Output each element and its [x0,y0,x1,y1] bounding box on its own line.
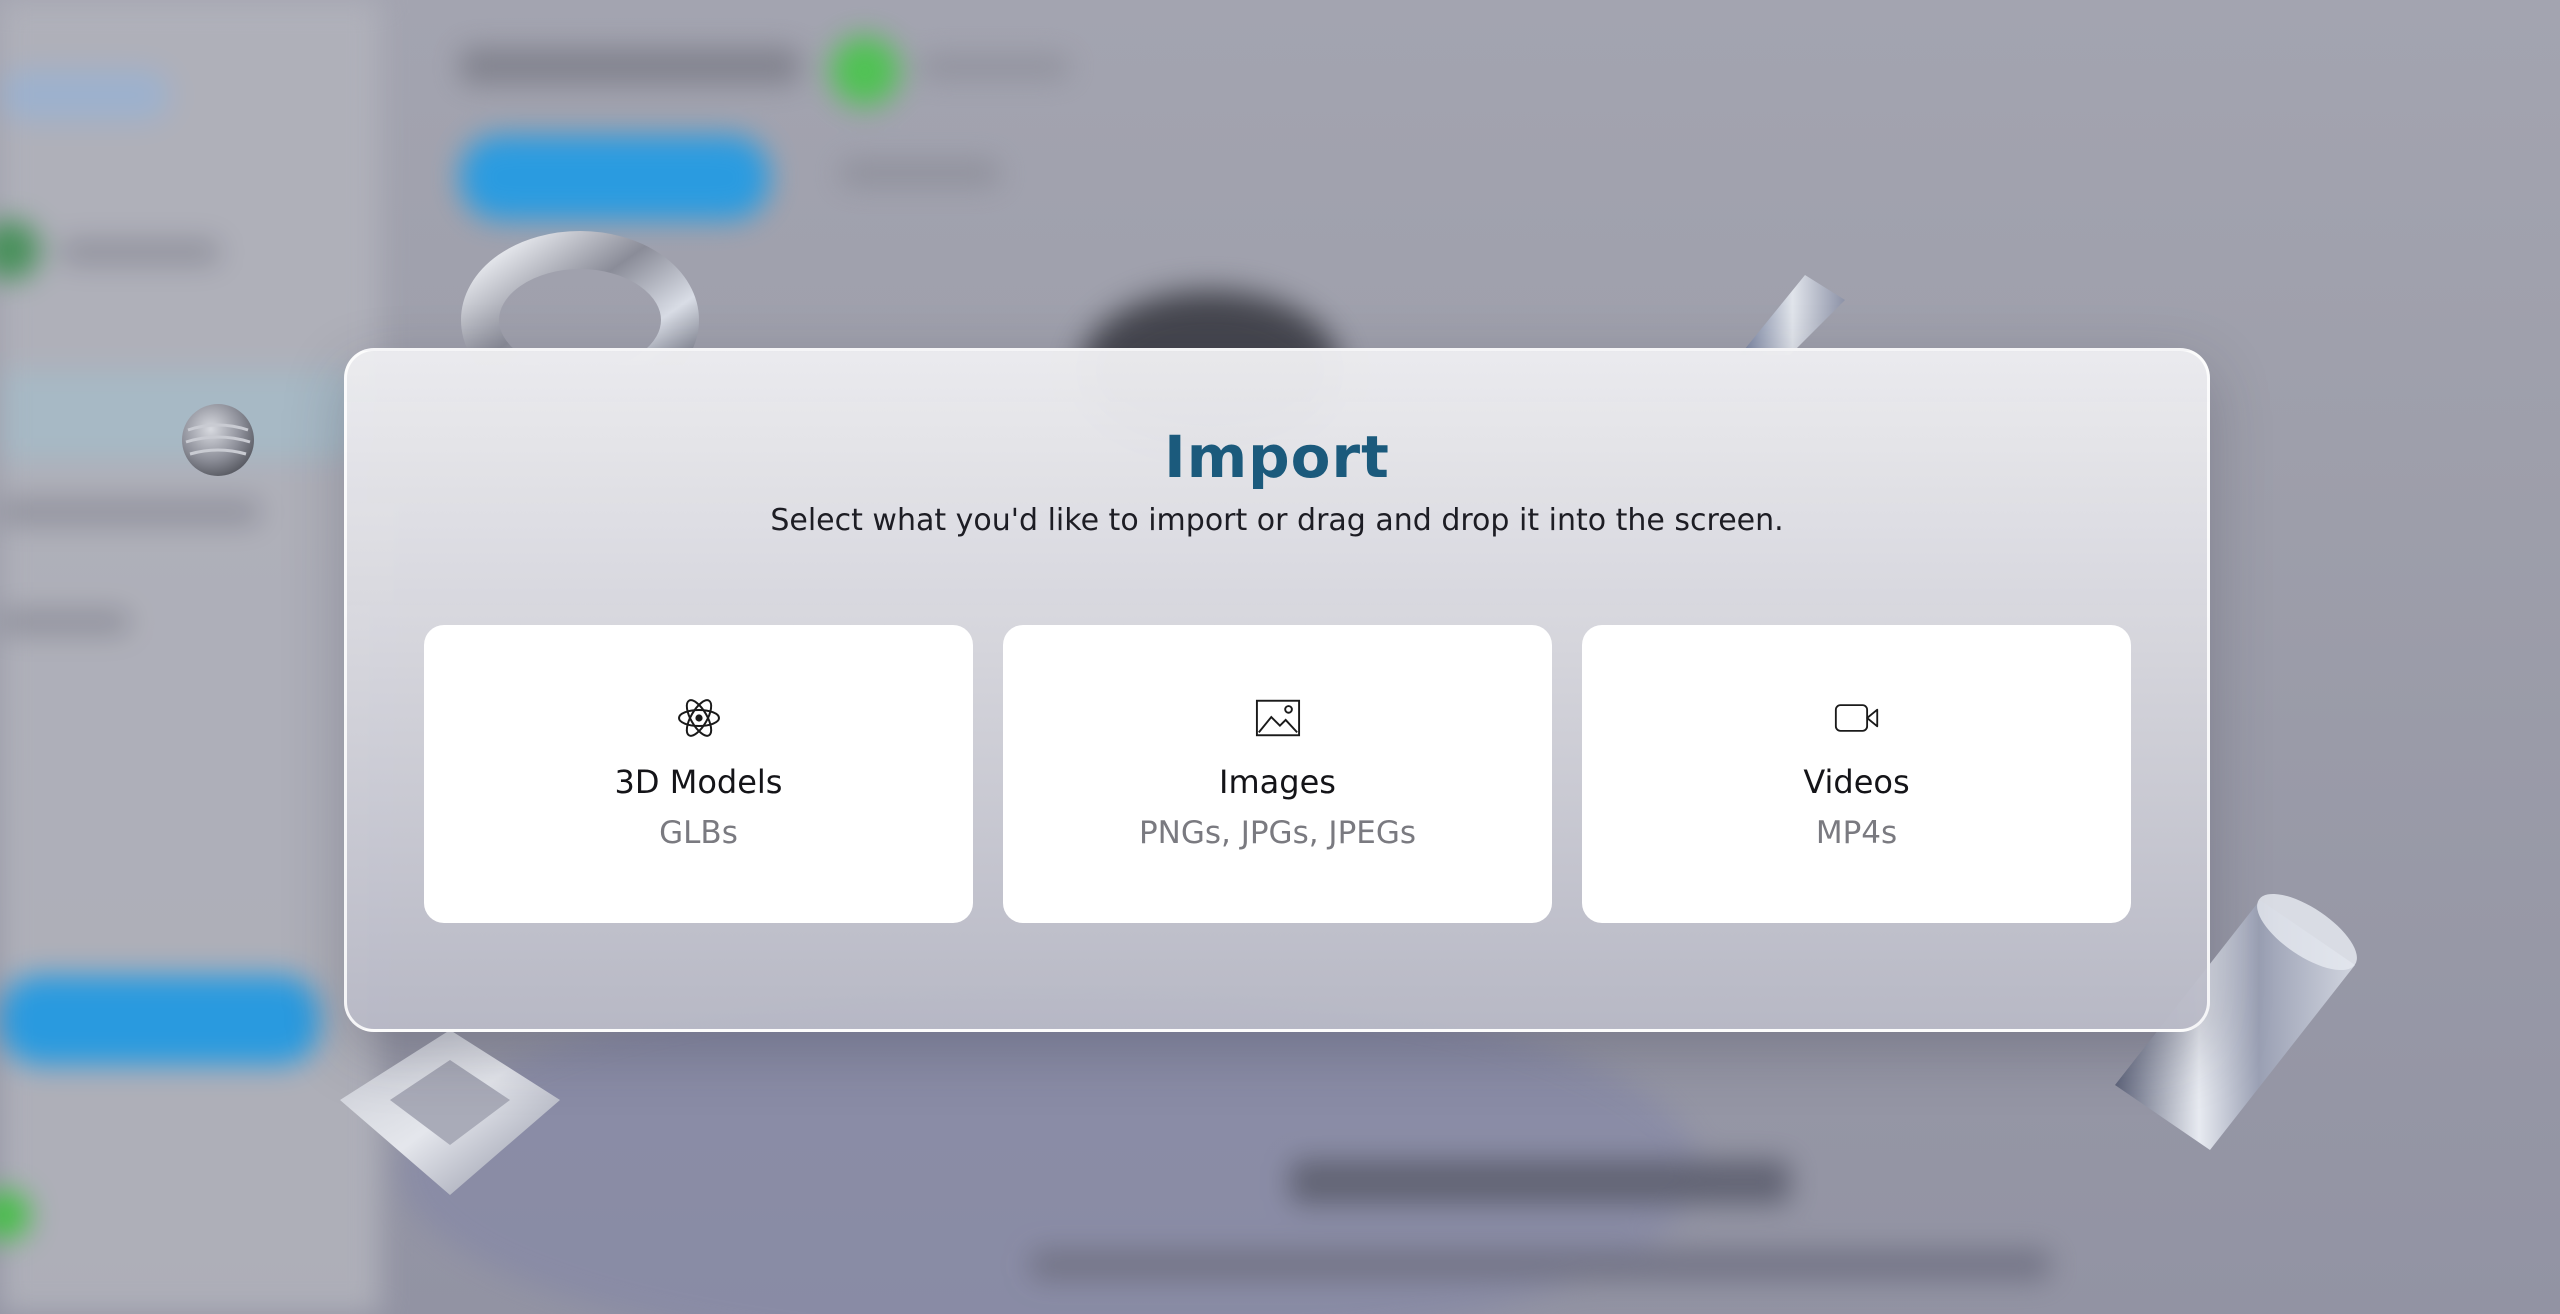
dialog-subtitle: Select what you'd like to import or drag… [770,503,1784,538]
background-sidebar-row [0,500,260,524]
import-options: 3D Models GLBs Images PNGs, JPGs, JPEGs [424,625,2131,923]
option-label: Videos [1803,763,1910,801]
glass-square-frame-decoration [340,1030,560,1195]
background-sidebar [0,0,380,1314]
option-formats: PNGs, JPGs, JPEGs [1138,815,1417,851]
option-formats: GLBs [659,815,738,851]
background-top-title [460,48,800,84]
glass-ring-decoration [461,231,699,365]
video-camera-icon [1834,695,1880,741]
import-dialog: Import Select what you'd like to import … [344,348,2210,1032]
glass-sphere-decoration [182,404,254,476]
import-3d-models-option[interactable]: 3D Models GLBs [424,625,973,923]
background-top-text [920,56,1070,78]
dialog-title: Import [1164,423,1390,491]
image-icon [1255,695,1301,741]
background-paragraph [1030,1250,2050,1280]
glass-prism-decoration [1740,275,1845,355]
option-label: 3D Models [614,763,783,801]
background-blue-button [0,975,320,1065]
import-videos-option[interactable]: Videos MP4s [1582,625,2131,923]
background-heading [1290,1160,1790,1204]
option-label: Images [1219,763,1336,801]
background-green-dot [830,36,900,106]
background-sidebar-row [60,240,220,264]
background-blue-button [460,135,770,220]
import-images-option[interactable]: Images PNGs, JPGs, JPEGs [1003,625,1552,923]
background-sidebar-header [0,70,170,120]
background-sidebar-row [0,610,130,634]
background-top-text [840,160,1000,186]
import-screen: Import Select what you'd like to import … [0,0,2560,1314]
option-formats: MP4s [1815,815,1898,851]
atom-icon [676,695,722,741]
